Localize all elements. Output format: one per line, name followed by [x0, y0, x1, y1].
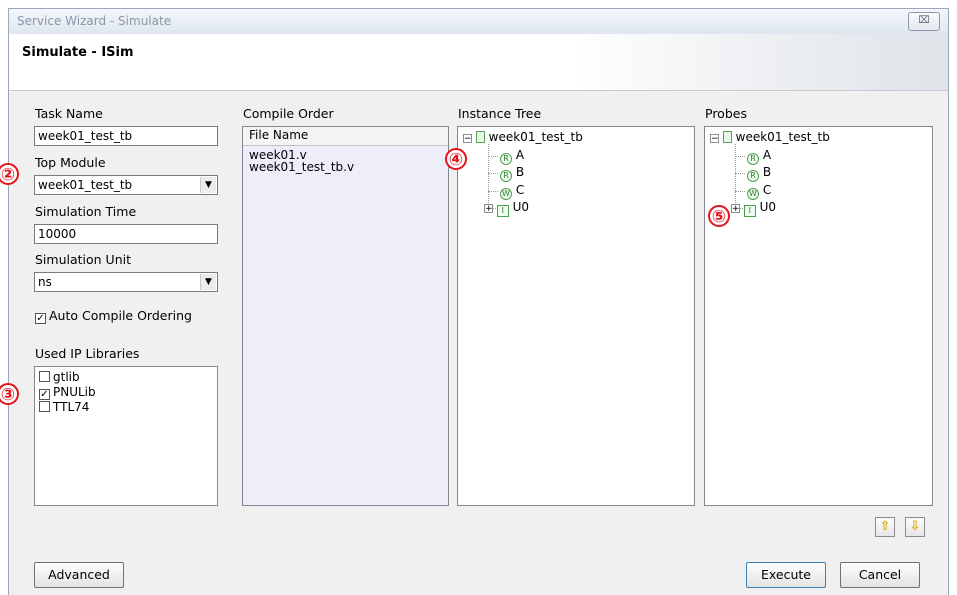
file-item[interactable]: week01_test_tb.v — [249, 161, 442, 173]
top-module-value: week01_test_tb — [38, 178, 133, 192]
reg-signal-icon: R — [500, 170, 512, 182]
tree-node[interactable]: R B — [500, 165, 524, 182]
expand-icon[interactable]: + — [484, 204, 493, 214]
instance-tree-label: Instance Tree — [458, 106, 542, 121]
tree-connector — [735, 173, 745, 174]
library-item[interactable]: gtlib — [39, 370, 213, 385]
tree-root-label: week01_test_tb — [735, 130, 830, 144]
tree-node-label: B — [759, 165, 772, 179]
tree-connector — [488, 173, 498, 174]
ip-libraries-list: gtlib ✓ PNULib TTL74 — [34, 366, 218, 506]
sim-unit-label: Simulation Unit — [35, 252, 132, 267]
close-button[interactable]: ⌧ — [908, 12, 940, 31]
cancel-button[interactable]: Cancel — [840, 562, 920, 588]
top-module-select[interactable]: week01_test_tb ▼ — [34, 175, 218, 195]
sim-unit-value: ns — [38, 275, 52, 289]
tree-node[interactable]: R A — [747, 148, 771, 165]
tree-node-label: A — [512, 147, 525, 162]
wire-signal-icon: W — [500, 187, 512, 200]
tree-node-label: U0 — [508, 200, 530, 214]
move-down-button[interactable]: ⇩ — [905, 517, 925, 537]
move-up-button[interactable]: ⇧ — [875, 517, 895, 537]
instance-icon: I — [496, 205, 509, 217]
library-name: TTL74 — [53, 400, 90, 414]
library-name: gtlib — [53, 370, 80, 384]
wire-signal-icon: W — [747, 187, 759, 200]
column-header[interactable]: File Name — [243, 127, 448, 146]
tree-node-label: A — [759, 147, 772, 162]
library-name: PNULib — [53, 385, 96, 399]
sim-time-label: Simulation Time — [35, 204, 137, 219]
task-name-input[interactable]: week01_test_tb — [34, 126, 218, 146]
reg-signal-icon: R — [500, 152, 512, 165]
tree-root-label: week01_test_tb — [488, 130, 583, 144]
tree-root[interactable]: − week01_test_tb — [463, 130, 583, 144]
auto-compile-checkbox[interactable]: ✓ Auto Compile Ordering — [35, 308, 192, 324]
tree-node[interactable]: W C — [747, 183, 771, 200]
document-icon — [475, 131, 485, 143]
instance-tree-panel: − week01_test_tb R AR BW C + I U0 — [457, 126, 695, 506]
tree-node-label: B — [512, 165, 525, 179]
expand-icon[interactable]: + — [731, 204, 740, 214]
tree-connector — [735, 155, 745, 157]
checkbox-icon[interactable] — [39, 371, 50, 382]
annotation-marker-5: ⑤ — [708, 205, 730, 227]
probes-panel: − week01_test_tb R AR BW C + I U0 — [704, 126, 933, 506]
tree-connector — [488, 190, 498, 192]
tree-node-label: C — [759, 182, 772, 197]
tree-node[interactable]: W C — [500, 183, 524, 200]
collapse-icon[interactable]: − — [463, 134, 472, 144]
reg-signal-icon: R — [747, 152, 759, 165]
tree-node[interactable]: + I U0 — [484, 200, 529, 217]
tree-node[interactable]: + I U0 — [731, 200, 776, 217]
compile-order-list: File Name week01.v week01_test_tb.v — [242, 126, 449, 506]
instance-icon: I — [743, 205, 756, 217]
sim-time-input[interactable]: 10000 — [34, 224, 218, 244]
chevron-down-icon[interactable]: ▼ — [200, 177, 216, 193]
execute-button[interactable]: Execute — [746, 562, 826, 588]
page-title: Simulate - ISim — [22, 45, 134, 60]
tree-node[interactable]: R B — [747, 165, 771, 182]
tree-connector — [488, 155, 498, 157]
auto-compile-label: Auto Compile Ordering — [49, 308, 192, 323]
tree-root[interactable]: − week01_test_tb — [710, 130, 830, 144]
window-title: Service Wizard - Simulate — [17, 14, 172, 28]
tree-node-label: C — [512, 182, 525, 197]
checkbox-checked-icon[interactable]: ✓ — [35, 313, 46, 324]
probes-label: Probes — [705, 106, 747, 121]
tree-connector — [735, 190, 745, 192]
sim-unit-select[interactable]: ns ▼ — [34, 272, 218, 292]
document-icon — [722, 131, 732, 143]
library-item[interactable]: ✓ PNULib — [39, 385, 213, 400]
collapse-icon[interactable]: − — [710, 134, 719, 144]
header-banner: Simulate - ISim — [9, 34, 948, 91]
annotation-marker-4: ④ — [445, 148, 467, 170]
checkbox-checked-icon[interactable]: ✓ — [39, 389, 50, 400]
library-item[interactable]: TTL74 — [39, 400, 213, 415]
task-name-label: Task Name — [35, 106, 103, 121]
tree-node[interactable]: R A — [500, 148, 524, 165]
reg-signal-icon: R — [747, 170, 759, 182]
title-bar: Service Wizard - Simulate ⌧ — [8, 8, 949, 34]
top-module-label: Top Module — [35, 155, 106, 170]
chevron-down-icon[interactable]: ▼ — [200, 274, 216, 290]
checkbox-icon[interactable] — [39, 401, 50, 412]
tree-node-label: U0 — [755, 200, 777, 214]
advanced-button[interactable]: Advanced — [34, 562, 124, 588]
compile-order-label: Compile Order — [243, 106, 334, 121]
used-ip-label: Used IP Libraries — [35, 346, 140, 361]
